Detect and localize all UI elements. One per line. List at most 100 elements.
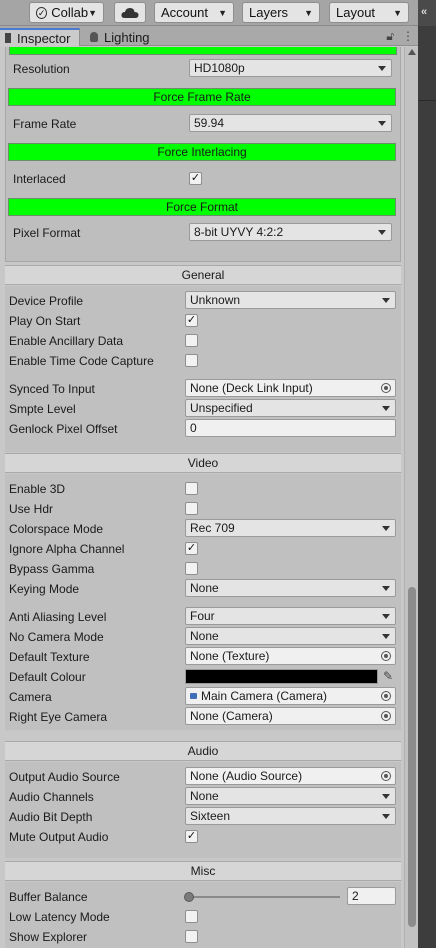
interlaced-label: Interlaced (13, 172, 66, 186)
timecode-label: Enable Time Code Capture (9, 354, 154, 368)
play-on-start-label: Play On Start (9, 314, 81, 328)
chevron-down-icon: ▼ (88, 7, 97, 18)
right-eye-row: Right Eye Camera None (Camera) (0, 707, 404, 727)
pixel-format-value: 8-bit UYVY 4:2:2 (194, 225, 284, 239)
tab-controls: 🔓︎ ⋮ (386, 29, 414, 44)
tab-lighting[interactable]: Lighting (84, 28, 164, 46)
dropdown-arrow-icon (382, 814, 390, 819)
dropdown-arrow-icon (382, 634, 390, 639)
pixel-format-row: Pixel Format 8-bit UYVY 4:2:2 (0, 223, 404, 243)
low-latency-row: Low Latency Mode (0, 907, 404, 927)
device-profile-label: Device Profile (9, 294, 84, 308)
mute-checkbox[interactable]: ✓ (185, 830, 198, 843)
aa-dropdown[interactable]: Four (185, 607, 396, 625)
inspector-scrollbar[interactable] (404, 47, 418, 948)
bypass-gamma-label: Bypass Gamma (9, 562, 95, 576)
output-source-row: Output Audio Source None (Audio Source) (0, 767, 404, 787)
camera-field[interactable]: Main Camera (Camera) (185, 687, 396, 705)
ignore-alpha-checkbox[interactable]: ✓ (185, 542, 198, 555)
default-texture-row: Default Texture None (Texture) (0, 647, 404, 667)
menu-icon[interactable]: ⋮ (402, 29, 414, 44)
account-dropdown[interactable]: Account ▼ (154, 2, 234, 23)
collab-button[interactable]: ✓ Collab ▼ (29, 2, 104, 23)
layers-dropdown[interactable]: Layers ▼ (242, 2, 320, 23)
camera-label: Camera (9, 690, 52, 704)
scroll-thumb[interactable] (408, 587, 416, 927)
buffer-input[interactable]: 2 (347, 887, 396, 905)
colorspace-row: Colorspace Mode Rec 709 (0, 519, 404, 539)
default-colour-swatch[interactable] (185, 669, 378, 684)
output-source-value: None (Audio Source) (190, 769, 303, 783)
ancillary-label: Enable Ancillary Data (9, 334, 124, 348)
channels-value: None (190, 789, 219, 803)
genlock-label: Genlock Pixel Offset (9, 422, 118, 436)
check-circle-icon: ✓ (36, 6, 48, 19)
audio-section-header[interactable]: Audio (5, 741, 401, 761)
play-on-start-checkbox[interactable]: ✓ (185, 314, 198, 327)
pixel-format-dropdown[interactable]: 8-bit UYVY 4:2:2 (189, 223, 392, 241)
inspector-content: Resolution HD1080p Force Frame Rate Fram… (0, 47, 404, 948)
buffer-slider-track[interactable] (188, 896, 340, 898)
force-interlacing-bar[interactable]: Force Interlacing (8, 143, 396, 161)
bypass-gamma-checkbox[interactable] (185, 562, 198, 575)
aa-row: Anti Aliasing Level Four (0, 607, 404, 627)
force-frame-rate-bar[interactable]: Force Frame Rate (8, 88, 396, 106)
dropdown-arrow-icon (382, 526, 390, 531)
misc-section-header[interactable]: Misc (5, 861, 401, 881)
hdr-checkbox[interactable] (185, 502, 198, 515)
double-chevron-icon[interactable]: « (421, 6, 427, 18)
dropdown-arrow-icon (382, 794, 390, 799)
object-picker-icon[interactable] (381, 383, 391, 393)
tab-inspector[interactable]: Inspector (0, 28, 80, 46)
default-colour-label: Default Colour (9, 670, 86, 684)
buffer-slider-knob[interactable] (184, 892, 194, 902)
timecode-row: Enable Time Code Capture (0, 351, 404, 371)
object-picker-icon[interactable] (381, 651, 391, 661)
default-colour-row: Default Colour ✎ (0, 667, 404, 687)
object-picker-icon[interactable] (381, 711, 391, 721)
force-resolution-bar[interactable] (9, 47, 397, 55)
video-section-header[interactable]: Video (5, 453, 401, 473)
force-format-bar[interactable]: Force Format (8, 198, 396, 216)
eyedropper-icon[interactable]: ✎ (383, 669, 393, 683)
frame-rate-dropdown[interactable]: 59.94 (189, 114, 392, 132)
device-profile-dropdown[interactable]: Unknown (185, 291, 396, 309)
lock-icon[interactable]: 🔓︎ (386, 29, 394, 44)
play-on-start-row: Play On Start ✓ (0, 311, 404, 331)
ancillary-checkbox[interactable] (185, 334, 198, 347)
cloud-button[interactable] (114, 2, 146, 23)
right-eye-field[interactable]: None (Camera) (185, 707, 396, 725)
bit-depth-value: Sixteen (190, 809, 231, 823)
no-camera-row: No Camera Mode None (0, 627, 404, 647)
output-source-field[interactable]: None (Audio Source) (185, 767, 396, 785)
low-latency-checkbox[interactable] (185, 910, 198, 923)
general-section-header[interactable]: General (5, 265, 401, 285)
synced-object-field[interactable]: None (Deck Link Input) (185, 379, 396, 397)
object-picker-icon[interactable] (381, 691, 391, 701)
bit-depth-dropdown[interactable]: Sixteen (185, 807, 396, 825)
interlaced-checkbox[interactable]: ✓ (189, 172, 202, 185)
scroll-up-arrow-icon[interactable] (408, 49, 416, 55)
frame-rate-value: 59.94 (194, 116, 225, 130)
genlock-input[interactable]: 0 (185, 419, 396, 437)
ancillary-row: Enable Ancillary Data (0, 331, 404, 351)
resolution-dropdown[interactable]: HD1080p (189, 59, 392, 77)
keying-value: None (190, 581, 219, 595)
no-camera-dropdown[interactable]: None (185, 627, 396, 645)
object-picker-icon[interactable] (381, 771, 391, 781)
colorspace-dropdown[interactable]: Rec 709 (185, 519, 396, 537)
output-source-label: Output Audio Source (9, 770, 120, 784)
layout-dropdown[interactable]: Layout ▼ (329, 2, 409, 23)
enable3d-checkbox[interactable] (185, 482, 198, 495)
low-latency-label: Low Latency Mode (9, 910, 110, 924)
default-texture-field[interactable]: None (Texture) (185, 647, 396, 665)
adjacent-pane (418, 26, 436, 948)
chevron-down-icon: ▼ (304, 7, 313, 18)
keying-dropdown[interactable]: None (185, 579, 396, 597)
channels-dropdown[interactable]: None (185, 787, 396, 805)
smpte-value: Unspecified (190, 401, 253, 415)
dropdown-arrow-icon (382, 298, 390, 303)
timecode-checkbox[interactable] (185, 354, 198, 367)
show-explorer-checkbox[interactable] (185, 930, 198, 943)
smpte-dropdown[interactable]: Unspecified (185, 399, 396, 417)
